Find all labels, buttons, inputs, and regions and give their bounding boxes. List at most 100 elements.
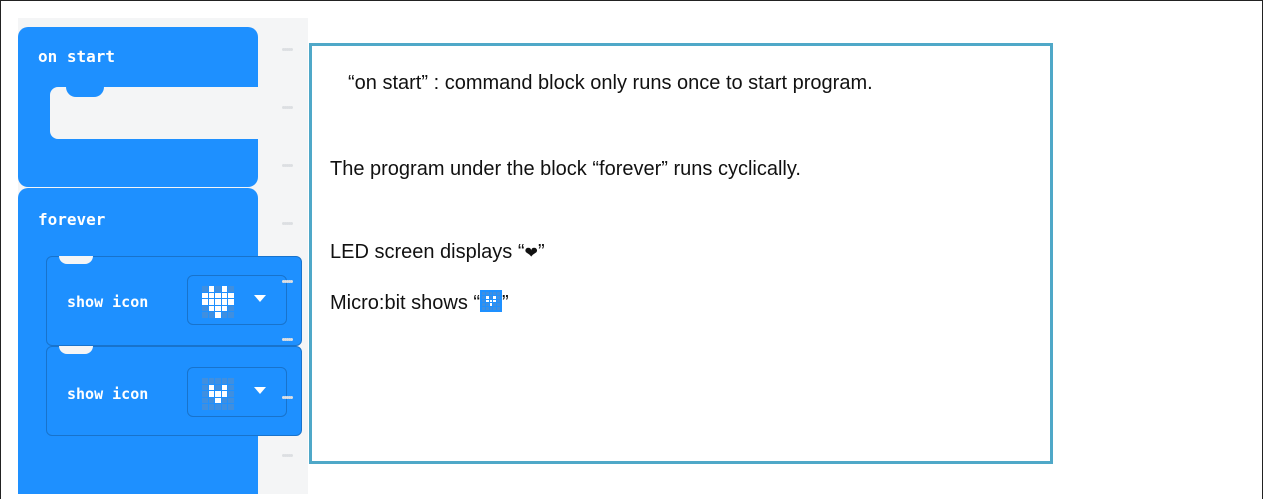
line3-prefix: LED screen displays “ [330, 241, 525, 263]
workspace-grid-dot [282, 222, 285, 225]
led-cell [228, 404, 234, 410]
workspace-grid-dot [282, 280, 285, 283]
led-cell [221, 312, 228, 318]
led-cell [228, 312, 234, 318]
led-cell [202, 391, 208, 397]
chevron-down-icon [254, 295, 266, 302]
led-cell [485, 295, 489, 299]
chevron-down-icon [254, 387, 266, 394]
led-cell [208, 292, 215, 299]
explanation-line-3: LED screen displays “❤” [330, 241, 545, 264]
heart-icon [202, 286, 234, 318]
icon-picker-small-heart[interactable] [187, 367, 287, 417]
led-cell [221, 384, 228, 391]
show-icon-label-1: show icon [67, 293, 149, 311]
led-cell [202, 299, 208, 305]
led-cell [228, 292, 234, 299]
led-cell [215, 305, 221, 312]
led-cell [202, 404, 208, 410]
led-cell [228, 397, 234, 404]
led-cell [493, 299, 497, 303]
led-cell [208, 404, 215, 410]
led-cell [202, 384, 208, 391]
block-notch [59, 346, 93, 354]
led-cell [228, 391, 234, 397]
led-cell [208, 391, 215, 397]
explanation-line-1: “on start” : command block only runs onc… [348, 72, 873, 94]
led-cell [208, 312, 215, 318]
led-cell [493, 303, 497, 307]
led-cell [221, 397, 228, 404]
show-icon-label-2: show icon [67, 385, 149, 403]
small-heart-icon [482, 292, 501, 310]
led-cell [228, 305, 234, 312]
led-cell [221, 404, 228, 410]
on-start-block[interactable]: on start [18, 27, 258, 187]
line3-suffix: ” [537, 241, 545, 263]
explanation-line-2: The program under the block “forever” ru… [330, 158, 801, 180]
led-cell [493, 307, 497, 310]
led-cell [202, 305, 208, 312]
show-icon-block-1[interactable]: show icon [46, 256, 302, 346]
workspace-grid-dot [282, 396, 285, 399]
small-heart-icon [202, 378, 234, 410]
led-cell [485, 307, 489, 310]
led-cell [208, 397, 215, 404]
led-cell [221, 378, 228, 384]
led-cell [202, 312, 208, 318]
led-cell [221, 305, 228, 312]
led-cell [489, 307, 493, 310]
led-cell [493, 292, 497, 295]
workspace-grid-dot [282, 164, 285, 167]
led-cell [497, 299, 501, 303]
icon-picker-heart[interactable] [187, 275, 287, 325]
led-cell [228, 299, 234, 305]
led-cell [489, 303, 493, 307]
led-cell [485, 299, 489, 303]
led-cell [215, 292, 221, 299]
line4-prefix: Micro:bit shows “ [330, 292, 481, 314]
led-cell [482, 295, 485, 299]
explanation-line-4: Micro:bit shows “ ” [330, 290, 509, 315]
led-cell [215, 286, 221, 292]
led-cell [221, 391, 228, 397]
led-cell [489, 299, 493, 303]
led-cell [202, 378, 208, 384]
workspace-grid-dot [282, 106, 285, 109]
led-cell [215, 391, 221, 397]
block-notch [59, 256, 93, 264]
workspace-grid-dot [282, 454, 285, 457]
workspace-grid-dot [282, 48, 285, 51]
led-cell [489, 292, 493, 295]
led-cell [485, 292, 489, 295]
led-cell [489, 295, 493, 299]
led-cell [221, 292, 228, 299]
explanation-textbox: “on start” : command block only runs onc… [309, 43, 1053, 464]
heart-symbol: ❤ [524, 243, 538, 262]
led-cell [497, 292, 501, 295]
show-icon-block-2[interactable]: show icon [46, 346, 302, 436]
forever-label: forever [38, 210, 106, 229]
led-cell [202, 397, 208, 404]
makecode-workspace[interactable]: on start forever show icon show icon [18, 18, 308, 494]
led-cell [221, 299, 228, 305]
led-cell [208, 378, 215, 384]
line4-suffix: ” [502, 292, 509, 314]
led-cell [497, 307, 501, 310]
led-cell [482, 307, 485, 310]
led-cell [228, 378, 234, 384]
led-cell [215, 299, 221, 305]
led-cell [497, 303, 501, 307]
led-cell [215, 384, 221, 391]
led-cell [215, 404, 221, 410]
led-cell [208, 299, 215, 305]
led-cell [215, 312, 221, 318]
led-cell [215, 378, 221, 384]
led-cell [485, 303, 489, 307]
led-cell [202, 286, 208, 292]
led-cell [493, 295, 497, 299]
on-start-label: on start [38, 47, 116, 66]
led-cell [482, 292, 485, 295]
led-cell [482, 299, 485, 303]
led-cell [228, 286, 234, 292]
